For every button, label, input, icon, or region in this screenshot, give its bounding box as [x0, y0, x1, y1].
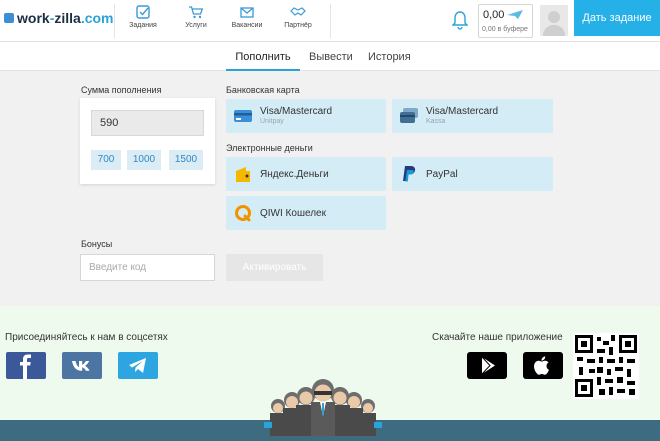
payment-subtitle: Unitpay	[260, 118, 284, 125]
quick-amount-1500[interactable]: 1500	[169, 150, 203, 170]
quick-amount-700[interactable]: 700	[91, 150, 121, 170]
telegram-icon	[129, 358, 146, 373]
nav-item-tasks[interactable]: Задания	[115, 5, 171, 29]
payment-title: QIWI Кошелек	[260, 208, 326, 219]
nav-item-services[interactable]: Услуги	[168, 5, 224, 29]
credit-card-icon	[234, 110, 252, 122]
cart-icon	[189, 6, 204, 19]
user-avatar-icon	[543, 11, 565, 36]
qr-code	[573, 333, 639, 399]
logo-text: work-zilla.com	[17, 10, 114, 26]
credit-cards-icon	[400, 108, 418, 123]
payment-yandex-money[interactable]: Яндекс.Деньги	[226, 157, 386, 191]
paper-plane-icon	[507, 10, 523, 19]
vk-link[interactable]	[62, 352, 102, 379]
bonus-label: Бонусы	[81, 239, 113, 249]
tab-topup[interactable]: Пополнить	[226, 42, 300, 71]
facebook-icon	[20, 354, 31, 379]
balance-amount: 0,00	[483, 9, 505, 21]
topup-label: Сумма пополнения	[81, 85, 162, 95]
app-store-link[interactable]	[523, 352, 563, 379]
checkbox-icon	[136, 5, 150, 19]
logo-mark-icon	[4, 13, 14, 23]
nav-item-vacancies[interactable]: Вакансии	[219, 5, 275, 29]
nav-item-label: Задания	[129, 22, 157, 29]
handshake-icon	[290, 7, 306, 16]
sub-nav: Пополнить Вывести История	[0, 42, 660, 71]
payment-subtitle: Kassa	[426, 118, 446, 125]
nav-item-label: Партнёр	[284, 22, 312, 29]
activate-button[interactable]: Активировать	[226, 254, 323, 281]
bonus-code-input[interactable]: Введите код	[80, 254, 215, 281]
bell-icon[interactable]	[452, 10, 468, 30]
bank-card-label: Банковская карта	[226, 85, 300, 95]
payment-visa-unitpay[interactable]: Visa/Mastercard Unitpay	[226, 99, 386, 133]
tab-withdraw[interactable]: Вывести	[309, 42, 353, 71]
app-label: Скачайте наше приложение	[432, 332, 563, 343]
nav-item-label: Вакансии	[231, 22, 263, 29]
qr-code-icon	[575, 335, 637, 397]
payment-title: Visa/Mastercard	[426, 106, 499, 117]
avatar[interactable]	[540, 5, 568, 36]
top-bar: work-zilla.com Задания Услуги Вакансии П…	[0, 0, 660, 42]
payment-visa-kassa[interactable]: Visa/Mastercard Kassa	[392, 99, 553, 133]
telegram-link[interactable]	[118, 352, 158, 379]
payment-title: PayPal	[426, 169, 458, 180]
logo[interactable]: work-zilla.com	[4, 10, 114, 26]
payment-qiwi[interactable]: QIWI Кошелек	[226, 196, 386, 230]
qiwi-icon	[235, 205, 251, 222]
amount-card: 590 700 1000 1500	[80, 98, 215, 184]
quick-amount-1000[interactable]: 1000	[127, 150, 161, 170]
tab-history[interactable]: История	[368, 42, 411, 71]
divider	[330, 4, 331, 38]
google-play-icon	[481, 356, 495, 375]
nav-item-label: Услуги	[185, 22, 207, 29]
mascot-crowd-illustration	[264, 379, 382, 436]
facebook-link[interactable]	[6, 352, 46, 379]
vk-icon	[72, 361, 90, 371]
social-label: Присоединяйтесь к нам в соцсетях	[5, 332, 168, 343]
create-task-button[interactable]: Дать задание	[574, 0, 660, 36]
yandex-money-icon	[236, 167, 250, 182]
balance-buffer: 0,00 в буфере	[482, 26, 528, 33]
payment-title: Яндекс.Деньги	[260, 169, 329, 180]
balance-widget[interactable]: 0,00 0,00 в буфере	[478, 4, 533, 38]
apple-icon	[534, 356, 549, 375]
paypal-icon	[403, 166, 416, 182]
google-play-link[interactable]	[467, 352, 507, 379]
envelope-icon	[240, 7, 254, 18]
payment-title: Visa/Mastercard	[260, 106, 333, 117]
payment-paypal[interactable]: PayPal	[392, 157, 553, 191]
amount-input[interactable]: 590	[91, 110, 204, 136]
emoney-label: Электронные деньги	[226, 143, 313, 153]
nav-item-partner[interactable]: Партнёр	[270, 5, 326, 29]
